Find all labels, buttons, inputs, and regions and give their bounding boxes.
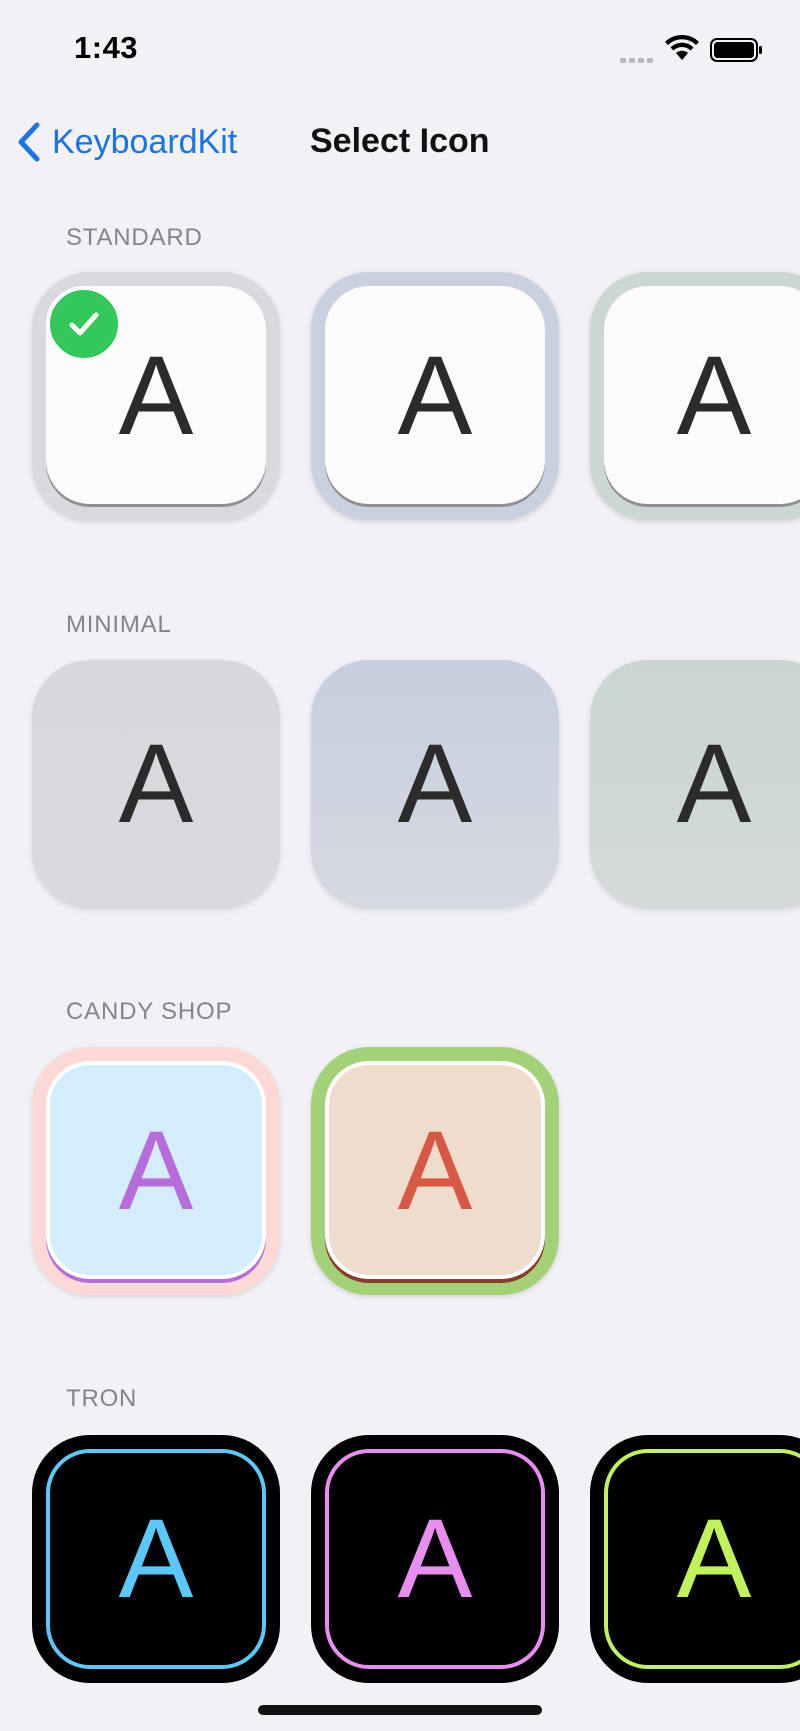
cellular-signal-icon (620, 58, 653, 63)
icon-letter: A (397, 1108, 473, 1233)
selected-checkmark-icon (46, 286, 122, 362)
section-title-minimal: MINIMAL (66, 611, 172, 638)
icon-tron-blue[interactable]: A (32, 1435, 280, 1683)
status-bar: 1:43 (0, 0, 800, 100)
icon-minimal-green[interactable]: A (590, 660, 800, 908)
icon-standard-gray[interactable]: A (32, 272, 280, 520)
icon-letter: A (118, 1496, 194, 1621)
icon-row-candy-shop: A A (32, 1047, 800, 1297)
icon-letter: A (676, 1496, 752, 1621)
icon-letter: A (397, 721, 473, 846)
icon-letter: A (118, 721, 194, 846)
icon-tron-green[interactable]: A (590, 1435, 800, 1683)
battery-icon (710, 38, 762, 62)
status-time: 1:43 (74, 30, 139, 65)
icon-candy-peach[interactable]: A (311, 1047, 559, 1295)
section-title-candy-shop: CANDY SHOP (66, 998, 233, 1025)
back-button[interactable]: KeyboardKit (16, 120, 237, 164)
icon-letter: A (676, 333, 752, 458)
icon-row-tron: A A A (32, 1435, 800, 1685)
section-title-tron: TRON (66, 1385, 138, 1412)
icon-row-standard: A A A (32, 272, 800, 522)
page-title: Select Icon (310, 122, 490, 160)
icon-tron-pink[interactable]: A (311, 1435, 559, 1683)
wifi-icon (665, 34, 699, 60)
icon-standard-green[interactable]: A (590, 272, 800, 520)
icon-letter: A (118, 1108, 194, 1233)
icon-minimal-blue[interactable]: A (311, 660, 559, 908)
icon-standard-blue[interactable]: A (311, 272, 559, 520)
icon-candy-blue[interactable]: A (32, 1047, 280, 1295)
icon-row-minimal: A A A (32, 660, 800, 910)
icon-minimal-gray[interactable]: A (32, 660, 280, 908)
navigation-bar: KeyboardKit Select Icon (0, 110, 800, 174)
chevron-left-icon (18, 122, 40, 162)
section-title-standard: STANDARD (66, 224, 203, 251)
home-indicator[interactable] (258, 1705, 542, 1715)
back-button-label: KeyboardKit (52, 122, 238, 161)
icon-letter: A (397, 1496, 473, 1621)
icon-letter: A (397, 333, 473, 458)
icon-letter: A (676, 721, 752, 846)
